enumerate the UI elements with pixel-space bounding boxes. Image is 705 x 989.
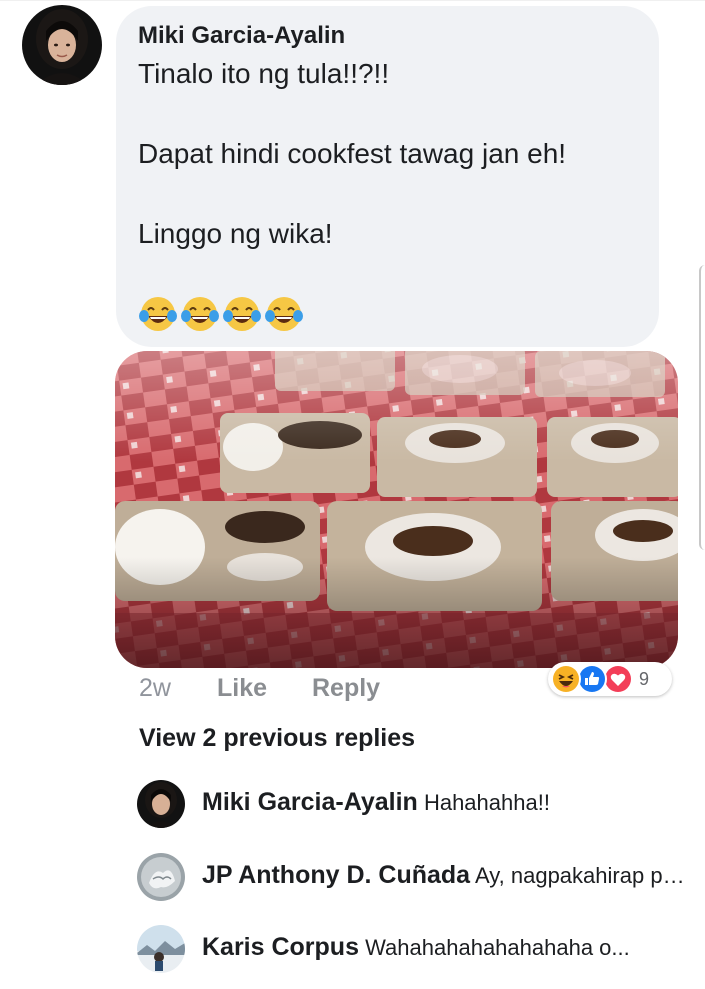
reply-author[interactable]: Miki Garcia-Ayalin	[202, 788, 418, 816]
view-previous-replies-link[interactable]: View 2 previous replies	[139, 724, 415, 753]
tears-of-joy-icon	[265, 297, 303, 331]
scrollbar-edge[interactable]	[699, 265, 705, 550]
reply-avatar[interactable]	[137, 780, 185, 828]
reply-button[interactable]: Reply	[312, 674, 380, 703]
love-icon	[603, 664, 633, 694]
emoji-row	[138, 294, 304, 334]
comment-photo[interactable]	[115, 351, 678, 668]
reaction-count: 9	[639, 668, 650, 689]
reply-content: Miki Garcia-Ayalin Hahahahha!!	[202, 788, 687, 817]
comment-bubble: Miki Garcia-Ayalin Tinalo ito ng tula!!?…	[116, 6, 659, 347]
tears-of-joy-icon	[181, 297, 219, 331]
commenter-avatar[interactable]	[22, 5, 102, 85]
comment-author[interactable]: Miki Garcia-Ayalin	[138, 22, 345, 50]
reply-author[interactable]: Karis Corpus	[202, 933, 359, 961]
reply-avatar[interactable]	[137, 853, 185, 901]
reply-item: JP Anthony D. Cuñada Ay, nagpakahirap pa…	[137, 853, 697, 903]
reply-content: Karis Corpus Wahahahahahahahaha o...	[202, 933, 687, 962]
like-button[interactable]: Like	[217, 674, 267, 703]
comment-line-3: Linggo ng wika!	[138, 218, 333, 249]
reply-author[interactable]: JP Anthony D. Cuñada	[202, 861, 470, 889]
reply-item: Miki Garcia-Ayalin Hahahahha!!	[137, 780, 697, 830]
reply-avatar[interactable]	[137, 925, 185, 973]
comment-line-1: Tinalo ito ng tula!!?!!	[138, 58, 390, 89]
reply-item: Karis Corpus Wahahahahahahahaha o...	[137, 925, 697, 975]
top-divider	[0, 0, 705, 1]
comment-line-2: Dapat hindi cookfest tawag jan eh!	[138, 138, 567, 169]
tears-of-joy-icon	[139, 297, 177, 331]
reply-content: JP Anthony D. Cuñada Ay, nagpakahirap pa…	[202, 861, 687, 890]
reactions-summary[interactable]: 9	[548, 662, 672, 696]
comment-timestamp[interactable]: 2w	[139, 674, 171, 703]
reply-message: Wahahahahahahahaha o...	[365, 935, 630, 960]
like-icon	[577, 664, 607, 694]
reply-message: Hahahahha!!	[423, 790, 550, 815]
tears-of-joy-icon	[223, 297, 261, 331]
reply-message: Ay, nagpakahirap pa...	[475, 863, 687, 888]
haha-icon	[551, 664, 581, 694]
